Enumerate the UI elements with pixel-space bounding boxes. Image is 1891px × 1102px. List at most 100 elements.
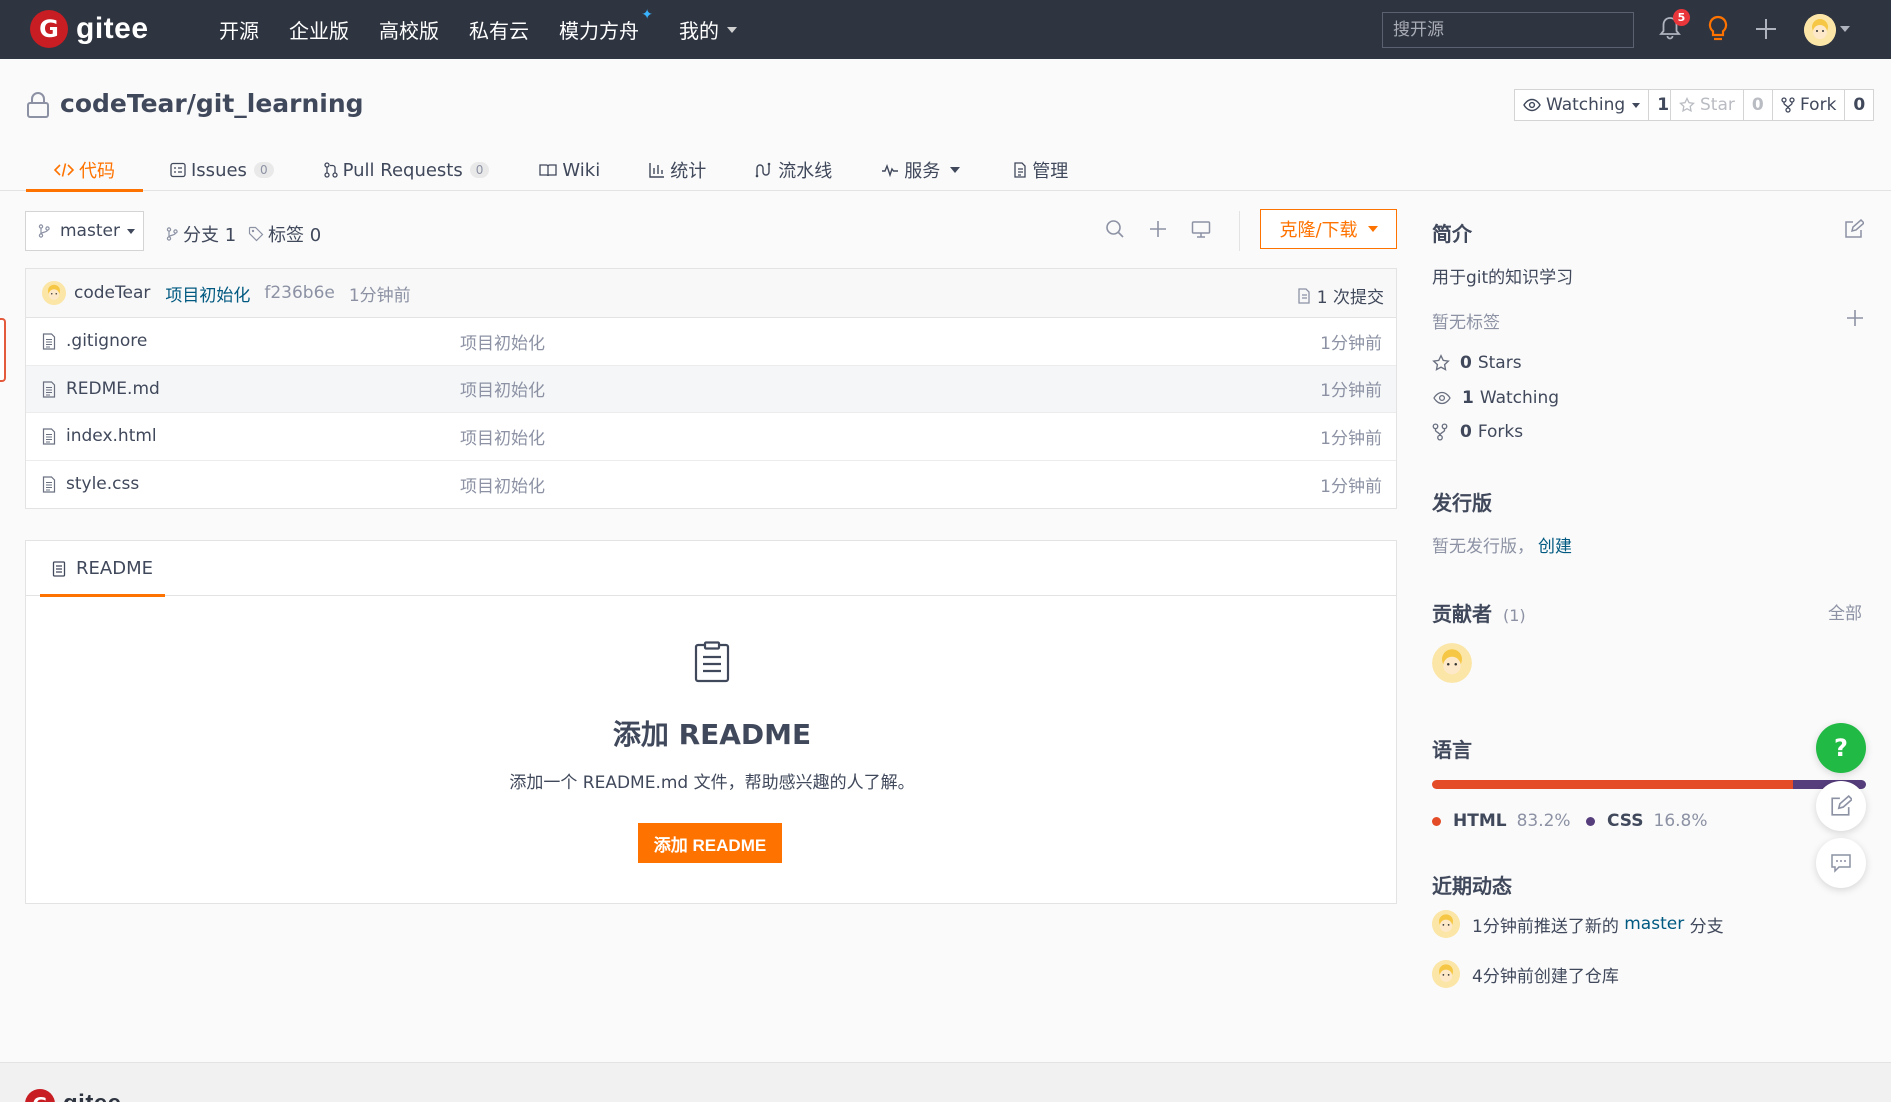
file-commit-message[interactable]: 项目初始化 (460, 472, 545, 497)
readme-tab[interactable]: README (40, 541, 165, 597)
file-row[interactable]: .gitignore 项目初始化 1分钟前 (26, 318, 1396, 366)
file-name[interactable]: REDME.md (66, 379, 160, 399)
activity-heading: 近期动态 (1432, 874, 1512, 898)
tags-link[interactable]: 标签 0 (248, 221, 321, 247)
tab-stats[interactable]: 统计 (649, 149, 706, 191)
branches-label: 分支 1 (183, 225, 237, 246)
create-release-link[interactable]: 创建 (1538, 532, 1572, 557)
forks-number: 0 (1460, 422, 1472, 442)
footer: G gitee (0, 1062, 1891, 1102)
language-percent: 83.2% (1516, 811, 1571, 831)
forks-stat[interactable]: 0 Forks (1432, 422, 1523, 442)
tab-issues[interactable]: Issues 0 (170, 149, 274, 191)
plus-icon[interactable] (1755, 18, 1777, 40)
file-icon (42, 475, 56, 493)
clone-download-button[interactable]: 克隆/下载 (1260, 209, 1397, 249)
star-button[interactable]: Star 0 (1670, 89, 1773, 121)
search-input[interactable] (1382, 12, 1634, 48)
file-commit-message[interactable]: 项目初始化 (460, 424, 545, 449)
gitee-logo-icon: G (30, 10, 68, 48)
language-bar-html (1432, 780, 1794, 789)
file-commit-message[interactable]: 项目初始化 (460, 376, 545, 401)
tags-label: 标签 0 (268, 225, 322, 246)
tab-services[interactable]: 服务 (881, 149, 961, 191)
nav-private-cloud[interactable]: 私有云 (469, 15, 529, 44)
nav-mine-dropdown[interactable]: 我的 (679, 15, 737, 44)
activity-avatar[interactable] (1432, 960, 1460, 988)
file-row[interactable]: REDME.md 项目初始化 1分钟前 (26, 365, 1396, 413)
nav-open-source[interactable]: 开源 (219, 15, 259, 44)
footer-logo[interactable]: G gitee (25, 1089, 122, 1102)
file-name[interactable]: index.html (66, 426, 157, 446)
stars-stat[interactable]: 0 Stars (1432, 353, 1522, 373)
tab-code[interactable]: 代码 (26, 149, 143, 192)
releases-info: 暂无发行版， 创建 (1432, 532, 1572, 557)
side-tab-marker[interactable] (0, 318, 6, 382)
readme-tab-label: README (76, 558, 153, 579)
edit-icon[interactable] (1844, 219, 1864, 239)
language-css: CSS 16.8% (1586, 811, 1708, 831)
branches-link[interactable]: 分支 1 (165, 221, 236, 247)
lightbulb-icon[interactable] (1707, 15, 1729, 43)
file-row[interactable]: index.html 项目初始化 1分钟前 (26, 413, 1396, 461)
add-readme-button[interactable]: 添加 README (638, 823, 782, 863)
repo-description: 用于git的知识学习 (1432, 268, 1574, 288)
watching-stat[interactable]: 1 Watching (1432, 388, 1559, 408)
sparkle-icon: ✦ (641, 7, 653, 23)
gitee-logo-icon: G (25, 1089, 55, 1102)
star-icon (1679, 97, 1695, 113)
commit-message[interactable]: 项目初始化 (165, 281, 250, 306)
file-name[interactable]: style.css (66, 474, 139, 494)
file-time: 1分钟前 (1320, 428, 1382, 449)
watching-number: 1 (1462, 388, 1474, 408)
nav-moli-fangzhou[interactable]: 模力方舟 ✦ (559, 7, 653, 44)
file-time: 1分钟前 (1320, 476, 1382, 497)
avatar-caret-icon[interactable] (1840, 26, 1850, 32)
commit-author[interactable]: codeTear (74, 283, 150, 303)
tab-manage[interactable]: 管理 (1013, 149, 1068, 191)
user-avatar[interactable] (1804, 14, 1836, 46)
file-name[interactable]: .gitignore (66, 331, 147, 351)
web-ide-icon[interactable] (1191, 219, 1211, 239)
help-button[interactable]: ? (1816, 723, 1866, 773)
nav-enterprise[interactable]: 企业版 (289, 15, 349, 44)
watch-label-wrap: Watching (1515, 90, 1648, 120)
issues-count: 0 (253, 162, 274, 178)
tab-pull-requests-label: Pull Requests (342, 159, 463, 181)
file-row[interactable]: style.css 项目初始化 1分钟前 (26, 461, 1396, 509)
tab-pipeline[interactable]: 流水线 (755, 149, 832, 191)
contributor-avatar[interactable] (1432, 643, 1472, 683)
tab-stats-label: 统计 (670, 161, 707, 182)
gitee-logo[interactable]: G gitee (30, 10, 149, 48)
add-file-icon[interactable] (1148, 219, 1168, 239)
commit-hash[interactable]: f236b6e (264, 283, 335, 303)
branch-icon (166, 227, 178, 241)
branch-selector[interactable]: master (25, 211, 144, 251)
commit-author-avatar[interactable] (42, 281, 66, 305)
readme-empty-title: 添加 README (612, 718, 812, 751)
fork-count[interactable]: 0 (1844, 90, 1873, 120)
add-tag-icon[interactable] (1846, 309, 1864, 327)
watch-button[interactable]: Watching 1 (1514, 89, 1679, 121)
eye-icon (1433, 391, 1451, 405)
file-icon (42, 380, 56, 398)
activity-avatar[interactable] (1432, 910, 1460, 938)
branch-name: master (60, 221, 120, 241)
tab-pull-requests[interactable]: Pull Requests 0 (323, 149, 490, 191)
repo-toolbar: master 分支 1 标签 0 克隆/下载 (25, 209, 1397, 251)
file-commit-message[interactable]: 项目初始化 (460, 329, 545, 354)
search-icon[interactable] (1105, 219, 1125, 239)
nav-education[interactable]: 高校版 (379, 15, 439, 44)
feedback-button[interactable] (1816, 781, 1866, 831)
commit-count-link[interactable]: 1 次提交 (1297, 283, 1384, 308)
fork-button[interactable]: Fork 0 (1772, 89, 1875, 121)
readme-icon (52, 560, 66, 577)
forks-label: Forks (1477, 422, 1524, 442)
tab-code-label: 代码 (79, 161, 115, 182)
star-count[interactable]: 0 (1742, 90, 1772, 120)
repo-title[interactable]: codeTear/git_learning (60, 89, 364, 118)
tab-wiki[interactable]: Wiki (539, 149, 600, 191)
activity-branch-link[interactable]: master (1624, 914, 1684, 934)
contributors-all-link[interactable]: 全部 (1828, 599, 1862, 624)
chat-button[interactable] (1816, 838, 1866, 888)
